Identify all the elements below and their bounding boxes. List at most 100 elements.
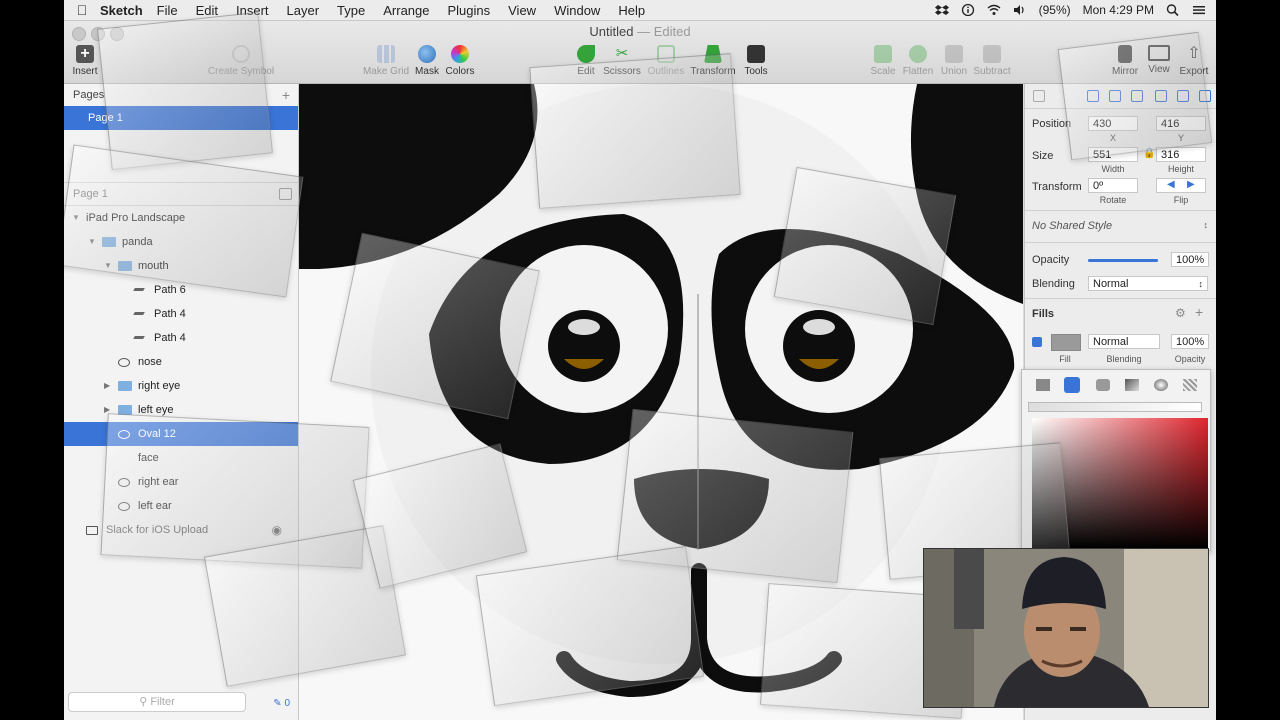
position-x-caption: X bbox=[1109, 133, 1116, 143]
align-top-icon[interactable] bbox=[1155, 90, 1167, 102]
menu-layer[interactable]: Layer bbox=[287, 3, 320, 18]
menu-view[interactable]: View bbox=[508, 3, 536, 18]
menu-insert[interactable]: Insert bbox=[236, 3, 269, 18]
add-fill-button[interactable]: + bbox=[1195, 304, 1203, 320]
layer-row[interactable]: Oval 12 bbox=[64, 422, 298, 446]
collapse-layers-icon[interactable] bbox=[279, 188, 292, 200]
oval-icon bbox=[118, 430, 130, 439]
menu-edit[interactable]: Edit bbox=[196, 3, 218, 18]
layer-row[interactable]: ▶ left eye bbox=[64, 398, 298, 422]
folder-icon bbox=[118, 405, 132, 415]
apple-menu-icon[interactable]:  bbox=[64, 2, 100, 18]
layer-row[interactable]: Path 4 bbox=[64, 302, 298, 326]
lock-icon[interactable]: 🔒 bbox=[1143, 148, 1155, 159]
flip-vertical-icon[interactable]: ▶ bbox=[1187, 179, 1195, 190]
export-button[interactable]: ⇧ Export bbox=[1164, 45, 1216, 77]
disclosure-collapsed-icon[interactable]: ▶ bbox=[104, 374, 110, 398]
layer-row[interactable]: Slack for iOS Upload ◉ bbox=[64, 518, 298, 542]
menu-file[interactable]: File bbox=[157, 3, 178, 18]
battery-status[interactable]: (95%) bbox=[1039, 3, 1071, 17]
layer-name: left eye bbox=[138, 404, 174, 416]
fill-blending-select[interactable]: Normal bbox=[1088, 334, 1160, 349]
align-left-edge-icon[interactable] bbox=[1087, 90, 1099, 102]
volume-icon[interactable] bbox=[1013, 4, 1027, 16]
layers-sidebar: Pages + Page 1 Page 1 ▼ iPad Pro Landscap… bbox=[64, 84, 299, 720]
layer-row[interactable]: ▶ right eye bbox=[64, 374, 298, 398]
spotlight-search-icon[interactable] bbox=[1166, 4, 1180, 17]
menu-arrange[interactable]: Arrange bbox=[383, 3, 429, 18]
layer-filter-input[interactable]: ⚲ Filter bbox=[68, 692, 246, 712]
visibility-eye-icon[interactable]: ◉ bbox=[272, 518, 282, 542]
align-middle-icon[interactable] bbox=[1177, 90, 1189, 102]
info-icon[interactable] bbox=[961, 3, 975, 17]
design-canvas[interactable] bbox=[299, 84, 1023, 720]
create-symbol-button[interactable]: Create Symbol bbox=[201, 45, 281, 77]
width-field[interactable]: 551 bbox=[1088, 147, 1138, 162]
insert-button[interactable]: + Insert bbox=[64, 45, 115, 77]
fill-opacity-field[interactable]: 100% bbox=[1171, 334, 1209, 349]
export-label: Export bbox=[1179, 66, 1209, 77]
fill-color-swatch[interactable] bbox=[1051, 334, 1081, 351]
layer-row[interactable]: ▼ panda bbox=[64, 230, 298, 254]
window-toolbar: Untitled — Edited + Insert Create Symbol… bbox=[64, 21, 1216, 84]
flip-caption: Flip bbox=[1173, 195, 1189, 205]
flip-horizontal-icon[interactable]: ◀ bbox=[1167, 179, 1175, 190]
align-bottom-icon[interactable] bbox=[1199, 90, 1211, 102]
menu-window[interactable]: Window bbox=[554, 3, 600, 18]
fill-settings-gear-icon[interactable]: ⚙ bbox=[1175, 306, 1186, 320]
disclosure-expanded-icon[interactable]: ▼ bbox=[88, 230, 96, 254]
opacity-field[interactable]: 100% bbox=[1171, 252, 1209, 267]
layer-row[interactable]: nose bbox=[64, 350, 298, 374]
pattern-fill-mode-icon[interactable] bbox=[1154, 379, 1168, 391]
add-page-button[interactable]: + bbox=[282, 84, 290, 106]
edit-count-badge[interactable]: ✎ 0 bbox=[273, 698, 290, 709]
blending-select[interactable]: Normal ↕ bbox=[1088, 276, 1208, 291]
layer-row[interactable]: ▼ mouth bbox=[64, 254, 298, 278]
align-center-icon[interactable] bbox=[1109, 90, 1121, 102]
layer-row[interactable]: ▼ iPad Pro Landscape bbox=[64, 206, 298, 230]
dropbox-icon[interactable] bbox=[934, 4, 949, 16]
layer-row[interactable]: left ear bbox=[64, 494, 298, 518]
subtract-button[interactable]: Subtract bbox=[962, 45, 1022, 77]
page-list-item[interactable]: Page 1 bbox=[64, 106, 298, 130]
menu-help[interactable]: Help bbox=[618, 3, 645, 18]
fill-caption: Fill bbox=[1059, 354, 1071, 364]
saturation-brightness-picker[interactable] bbox=[1032, 418, 1208, 548]
rotate-field[interactable]: 0º bbox=[1088, 178, 1138, 193]
position-y-field[interactable]: 416 bbox=[1156, 116, 1206, 131]
align-left-icon[interactable] bbox=[1033, 90, 1045, 102]
menu-plugins[interactable]: Plugins bbox=[447, 3, 490, 18]
opacity-slider[interactable] bbox=[1088, 259, 1158, 262]
layer-row[interactable]: face bbox=[64, 446, 298, 470]
menubar-clock[interactable]: Mon 4:29 PM bbox=[1083, 3, 1154, 17]
color-fill-mode-icon[interactable] bbox=[1036, 379, 1050, 391]
linear-gradient-mode-icon[interactable] bbox=[1064, 377, 1080, 393]
filter-placeholder: Filter bbox=[150, 696, 175, 708]
layer-name: right eye bbox=[138, 380, 181, 392]
wifi-icon[interactable] bbox=[987, 4, 1001, 16]
colors-button[interactable]: Colors bbox=[430, 45, 490, 77]
disclosure-expanded-icon[interactable]: ▼ bbox=[104, 254, 112, 278]
angular-gradient-mode-icon[interactable] bbox=[1125, 379, 1139, 391]
height-field[interactable]: 316 bbox=[1156, 147, 1206, 162]
tools-button[interactable]: Tools bbox=[726, 45, 786, 77]
notification-center-icon[interactable] bbox=[1192, 4, 1206, 16]
noise-fill-mode-icon[interactable] bbox=[1183, 379, 1197, 391]
flip-control[interactable]: ◀ ▶ bbox=[1156, 178, 1206, 193]
current-page-label: Page 1 bbox=[73, 188, 108, 200]
shared-style-select[interactable]: No Shared Style ↕ bbox=[1032, 220, 1208, 232]
current-page-header: Page 1 bbox=[64, 182, 298, 206]
position-x-field[interactable]: 430 bbox=[1088, 116, 1138, 131]
disclosure-expanded-icon[interactable]: ▼ bbox=[72, 206, 80, 230]
fill-enabled-checkbox[interactable] bbox=[1032, 337, 1042, 347]
disclosure-collapsed-icon[interactable]: ▶ bbox=[104, 398, 110, 422]
layer-row[interactable]: Path 4 bbox=[64, 326, 298, 350]
app-menu[interactable]: Sketch bbox=[100, 3, 143, 18]
folder-icon bbox=[102, 237, 116, 247]
layer-row[interactable]: right ear bbox=[64, 470, 298, 494]
align-right-edge-icon[interactable] bbox=[1131, 90, 1143, 102]
gradient-stop-bar[interactable] bbox=[1028, 402, 1202, 412]
radial-gradient-mode-icon[interactable] bbox=[1096, 379, 1110, 391]
layer-row[interactable]: Path 6 bbox=[64, 278, 298, 302]
menu-type[interactable]: Type bbox=[337, 3, 365, 18]
